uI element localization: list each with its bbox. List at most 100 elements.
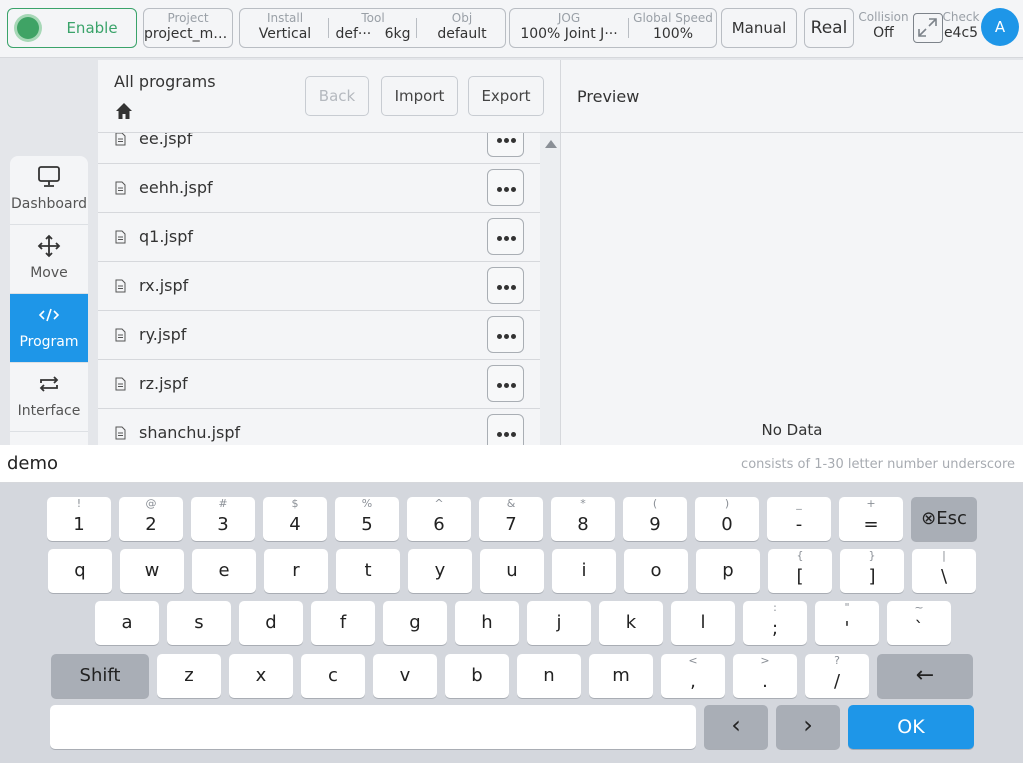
program-file-list[interactable]: ee.jspf eehh.jspf q1.jspf rx.jspf ry.jspf rz.…: [98, 133, 540, 445]
key-row4-8[interactable]: >.: [733, 654, 797, 698]
key-row4-9[interactable]: ? /: [805, 654, 869, 698]
project-selector[interactable]: Project project_mo···: [143, 8, 233, 48]
program-file-row[interactable]: ee.jspf: [98, 133, 540, 164]
key-row1-3[interactable]: $4: [263, 497, 327, 541]
key-row4-1[interactable]: x: [229, 654, 293, 698]
key-row4-4[interactable]: b: [445, 654, 509, 698]
more-options-button[interactable]: [487, 133, 524, 157]
scroll-up-arrow-icon[interactable]: [545, 140, 557, 148]
key-row3-6[interactable]: j: [527, 601, 591, 645]
manual-mode-button[interactable]: Manual: [721, 8, 797, 48]
key-row1-0[interactable]: ! 1: [47, 497, 111, 541]
backspace-key[interactable]: ←: [877, 654, 973, 698]
key-row2-9[interactable]: p: [696, 549, 760, 593]
back-button[interactable]: Back: [305, 76, 369, 116]
key-row4-0[interactable]: z: [157, 654, 221, 698]
key-row2-1[interactable]: w: [120, 549, 184, 593]
jog-speed-selector[interactable]: JOG 100% Joint J··· Global Speed 100%: [509, 8, 717, 48]
key-row4-3[interactable]: v: [373, 654, 437, 698]
cursor-left-key[interactable]: ‹: [704, 705, 768, 749]
name-input-field[interactable]: demo consists of 1-30 letter number unde…: [0, 445, 1023, 483]
more-options-button[interactable]: [487, 169, 524, 206]
tool-segment[interactable]: Tool def··· 6kg: [330, 9, 416, 47]
obj-segment[interactable]: Obj default: [418, 9, 506, 47]
key-row3-4[interactable]: g: [383, 601, 447, 645]
install-segment[interactable]: Install Vertical: [242, 9, 328, 47]
program-file-row[interactable]: rz.jspf: [98, 360, 540, 409]
key-row1-6[interactable]: & 7: [479, 497, 543, 541]
key-row2-7[interactable]: i: [552, 549, 616, 593]
esc-key[interactable]: ⊗Esc: [911, 497, 977, 541]
key-row3-1[interactable]: s: [167, 601, 231, 645]
key-row2-10[interactable]: {[: [768, 549, 832, 593]
key-row2-6[interactable]: u: [480, 549, 544, 593]
space-key[interactable]: [50, 705, 696, 749]
key-row1-10[interactable]: _ -: [767, 497, 831, 541]
jog-label: JOG: [557, 11, 581, 25]
key-row3-3[interactable]: f: [311, 601, 375, 645]
key-row3-9[interactable]: :;: [743, 601, 807, 645]
key-row2-11[interactable]: }]: [840, 549, 904, 593]
program-file-row[interactable]: q1.jspf: [98, 213, 540, 262]
key-row4-7[interactable]: <,: [661, 654, 725, 698]
key-row2-0[interactable]: q: [48, 549, 112, 593]
program-file-row[interactable]: ry.jspf: [98, 311, 540, 360]
real-mode-button[interactable]: Real: [804, 8, 854, 48]
key-row3-0[interactable]: a: [95, 601, 159, 645]
key-row3-5[interactable]: h: [455, 601, 519, 645]
key-row3-8[interactable]: l: [671, 601, 735, 645]
key-row2-3[interactable]: r: [264, 549, 328, 593]
key-row1-1[interactable]: @2: [119, 497, 183, 541]
jog-segment[interactable]: JOG 100% Joint J···: [512, 9, 626, 47]
program-file-row[interactable]: rx.jspf: [98, 262, 540, 311]
nav-item-interface[interactable]: Interface: [10, 363, 88, 432]
key-row2-4[interactable]: t: [336, 549, 400, 593]
install-tool-obj-selector[interactable]: Install Vertical Tool def··· 6kg Obj def…: [239, 8, 506, 48]
check-status[interactable]: Check e4c5: [941, 8, 981, 48]
user-avatar[interactable]: A: [981, 8, 1019, 46]
home-icon[interactable]: [114, 101, 134, 121]
fullscreen-expand-icon[interactable]: [913, 13, 943, 43]
key-row2-12[interactable]: | \: [912, 549, 976, 593]
key-row1-8[interactable]: (9: [623, 497, 687, 541]
collision-status[interactable]: Collision Off: [857, 8, 910, 48]
program-file-name: shanchu.jspf: [139, 423, 241, 442]
more-options-button[interactable]: [487, 218, 524, 255]
key-row2-5[interactable]: y: [408, 549, 472, 593]
key-row1-11[interactable]: + =: [839, 497, 903, 541]
import-button[interactable]: Import: [381, 76, 458, 116]
key-row1-9[interactable]: ) 0: [695, 497, 759, 541]
more-options-button[interactable]: [487, 414, 524, 445]
key-row4-5[interactable]: n: [517, 654, 581, 698]
global-speed-segment[interactable]: Global Speed 100%: [630, 9, 716, 47]
ok-button[interactable]: OK: [848, 705, 974, 749]
more-options-button[interactable]: [487, 316, 524, 353]
key-row4-6[interactable]: m: [589, 654, 653, 698]
nav-item-move[interactable]: Move: [10, 225, 88, 294]
key-row3-7[interactable]: k: [599, 601, 663, 645]
key-row4-2[interactable]: c: [301, 654, 365, 698]
key-row2-8[interactable]: o: [624, 549, 688, 593]
key-row3-2[interactable]: d: [239, 601, 303, 645]
more-options-button[interactable]: [487, 267, 524, 304]
shift-key[interactable]: Shift: [51, 654, 149, 698]
key-row1-4[interactable]: % 5: [335, 497, 399, 541]
key-row3-10[interactable]: " ': [815, 601, 879, 645]
enable-button[interactable]: Enable: [7, 8, 137, 48]
list-scrollbar[interactable]: [540, 133, 560, 445]
export-button[interactable]: Export: [468, 76, 544, 116]
key-row1-7[interactable]: * 8: [551, 497, 615, 541]
key-row1-5[interactable]: ^ 6: [407, 497, 471, 541]
key-row3-11[interactable]: ~ `: [887, 601, 951, 645]
nav-item-dashboard[interactable]: Dashboard: [10, 156, 88, 225]
program-file-row[interactable]: eehh.jspf: [98, 164, 540, 213]
cursor-right-key[interactable]: ›: [776, 705, 840, 749]
key-shift-char: ?: [834, 654, 840, 667]
program-file-row[interactable]: shanchu.jspf: [98, 409, 540, 445]
key-row2-2[interactable]: e: [192, 549, 256, 593]
key-row1-2[interactable]: #3: [191, 497, 255, 541]
nav-label-move: Move: [30, 265, 68, 281]
nav-item-program[interactable]: Program: [10, 294, 88, 363]
more-options-button[interactable]: [487, 365, 524, 402]
shift-key-label: Shift: [79, 665, 121, 686]
